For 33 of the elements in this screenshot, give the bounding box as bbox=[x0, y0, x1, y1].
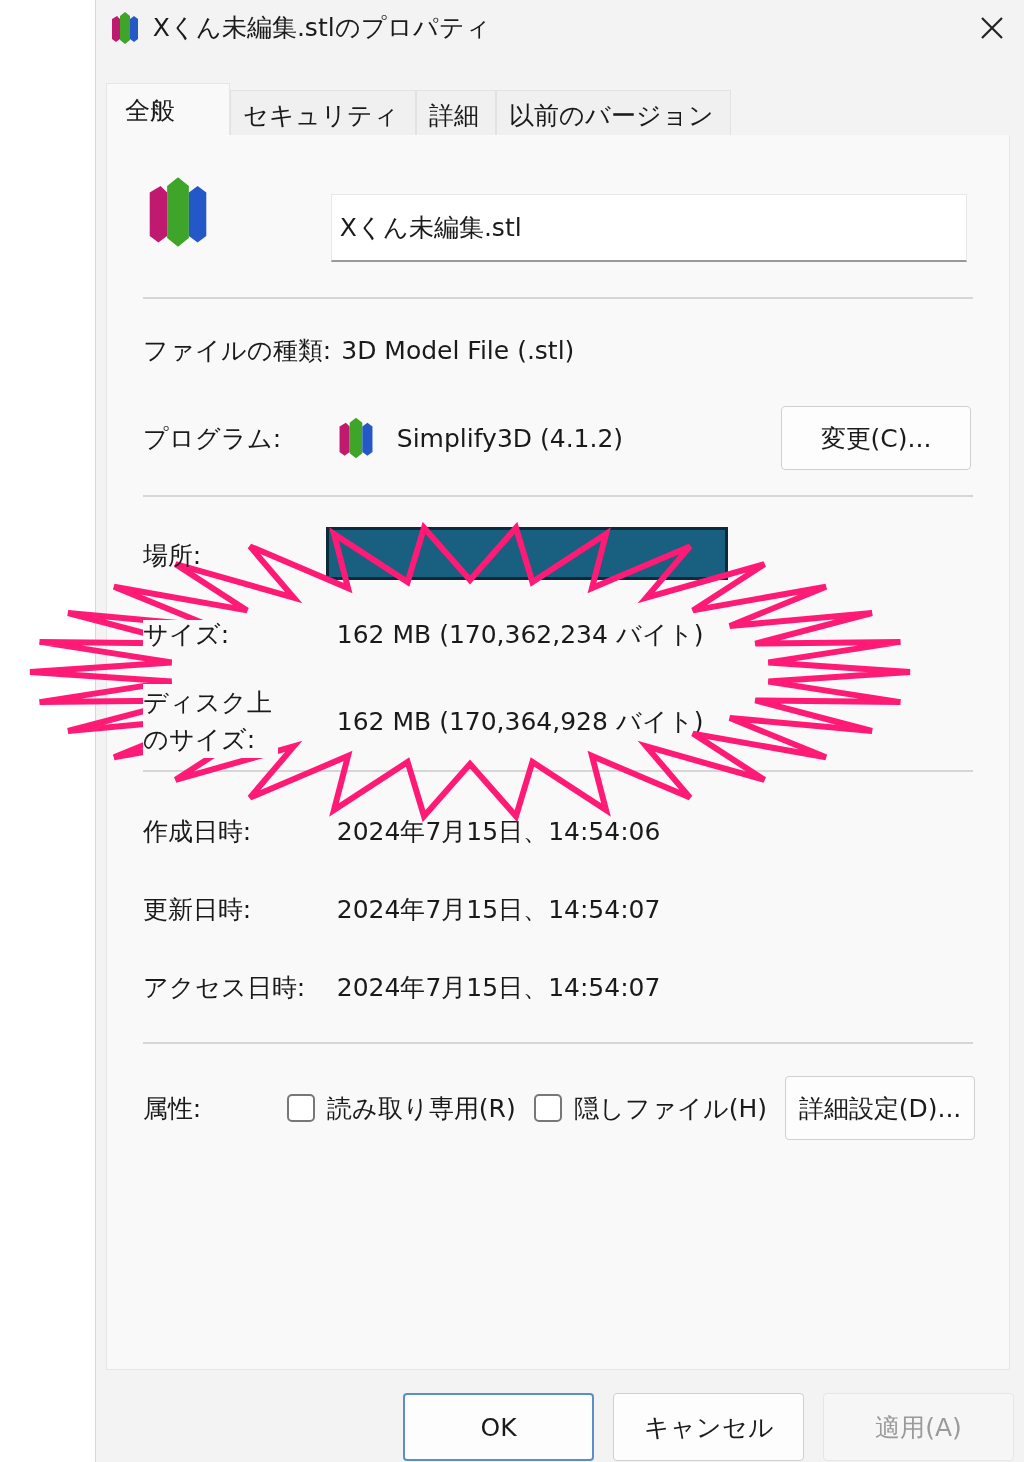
checkbox[interactable] bbox=[533, 1094, 562, 1122]
dialog-button[interactable]: キャンセル bbox=[613, 1393, 804, 1461]
size-on-disk-label: ディスク上のサイズ: bbox=[142, 684, 278, 758]
program-label: プログラム: bbox=[142, 422, 283, 455]
window-title: Xくん未編集.stlのプロパティ bbox=[152, 12, 491, 44]
attribute-checkbox[interactable]: 読み取り専用(R) bbox=[286, 1091, 516, 1125]
date-label: 作成日時: bbox=[142, 815, 253, 848]
dialog-button[interactable]: OK bbox=[403, 1393, 594, 1461]
tab[interactable]: 全般 bbox=[105, 83, 230, 135]
file-type-value: 3D Model File (.stl) bbox=[341, 335, 575, 365]
date-value: 2024年7月15日、14:54:06 bbox=[336, 815, 661, 848]
date-label: アクセス日時: bbox=[142, 971, 307, 1004]
checkbox-label[interactable]: 隠しファイル(H) bbox=[573, 1091, 767, 1125]
size-value: 162 MB (170,362,234 バイト) bbox=[336, 618, 704, 651]
file-name-field[interactable]: Xくん未編集.stl bbox=[330, 194, 967, 262]
attribute-checkbox[interactable]: 隠しファイル(H) bbox=[533, 1091, 767, 1125]
advanced-button[interactable]: 詳細設定(D)... bbox=[785, 1076, 975, 1140]
size-on-disk-value: 162 MB (170,364,928 バイト) bbox=[336, 705, 704, 738]
location-label: 場所: bbox=[142, 539, 203, 572]
change-button[interactable]: 変更(C)... bbox=[781, 406, 971, 470]
date-value: 2024年7月15日、14:54:07 bbox=[336, 893, 661, 926]
date-label: 更新日時: bbox=[142, 893, 253, 926]
attributes-label: 属性: bbox=[142, 1092, 203, 1125]
checkbox[interactable] bbox=[286, 1094, 315, 1122]
date-value: 2024年7月15日、14:54:07 bbox=[336, 971, 661, 1004]
program-name: Simplify3D (4.1.2) bbox=[396, 423, 624, 453]
tab[interactable]: セキュリティ bbox=[229, 90, 416, 135]
tab[interactable]: 詳細 bbox=[415, 90, 496, 135]
file-type-label: ファイルの種類: bbox=[142, 334, 332, 367]
size-label: サイズ: bbox=[142, 619, 230, 649]
tab[interactable]: 以前のバージョン bbox=[495, 90, 731, 135]
checkbox-label[interactable]: 読み取り専用(R) bbox=[326, 1091, 516, 1125]
close-icon[interactable] bbox=[980, 15, 1004, 40]
